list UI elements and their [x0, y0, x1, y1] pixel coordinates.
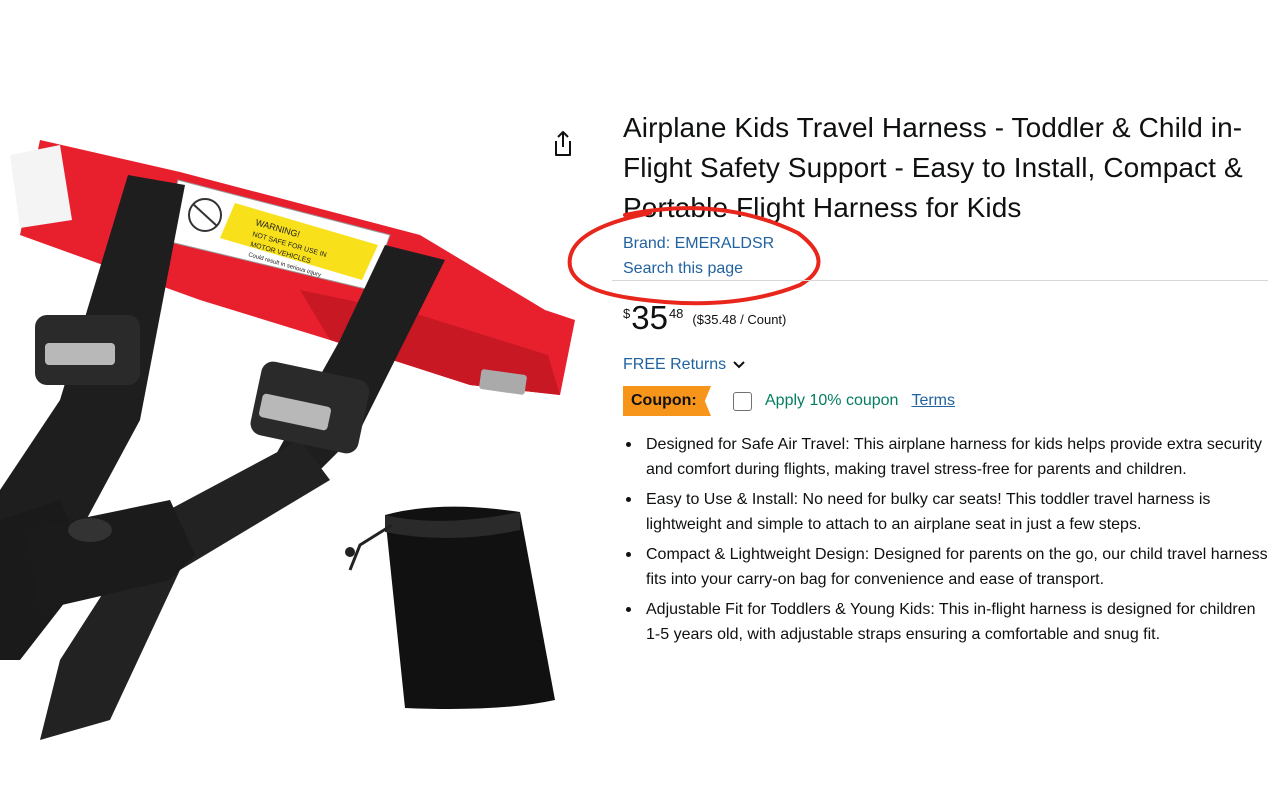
coupon-badge: Coupon: — [623, 386, 711, 416]
chevron-down-icon — [733, 361, 745, 369]
price-symbol: $ — [623, 306, 631, 321]
share-icon — [555, 131, 571, 156]
brand-link[interactable]: Brand: EMERALDSR — [623, 231, 1268, 256]
product-image[interactable]: WARNING! NOT SAFE FOR USE IN MOTOR VEHIC… — [0, 100, 590, 740]
price-per-unit: ($35.48 / Count) — [692, 312, 787, 327]
search-page-link[interactable]: Search this page — [623, 256, 1268, 281]
product-details: Airplane Kids Travel Harness - Toddler &… — [623, 108, 1268, 281]
price-whole: 35 — [631, 299, 668, 336]
feature-bullet: Compact & Lightweight Design: Designed f… — [623, 542, 1268, 592]
share-button[interactable] — [548, 128, 578, 160]
price-fraction: 48 — [668, 306, 684, 321]
price-block: $ 35 48 ($35.48 / Count) — [623, 298, 786, 338]
feature-bullets: Designed for Safe Air Travel: This airpl… — [623, 432, 1268, 652]
feature-bullet: Designed for Safe Air Travel: This airpl… — [623, 432, 1268, 482]
feature-bullet: Adjustable Fit for Toddlers & Young Kids… — [623, 597, 1268, 647]
coupon-checkbox[interactable] — [733, 391, 752, 411]
coupon-terms-link[interactable]: Terms — [911, 392, 955, 410]
free-returns-label: FREE Returns — [623, 356, 727, 373]
feature-bullet: Easy to Use & Install: No need for bulky… — [623, 487, 1268, 537]
free-returns-link[interactable]: FREE Returns — [623, 356, 746, 374]
apply-coupon-label[interactable]: Apply 10% coupon — [765, 392, 898, 410]
divider — [612, 280, 1268, 281]
product-title: Airplane Kids Travel Harness - Toddler &… — [623, 112, 1243, 223]
harness-illustration: WARNING! NOT SAFE FOR USE IN MOTOR VEHIC… — [0, 140, 575, 740]
coupon-row: Coupon: Apply 10% coupon Terms — [623, 386, 955, 416]
